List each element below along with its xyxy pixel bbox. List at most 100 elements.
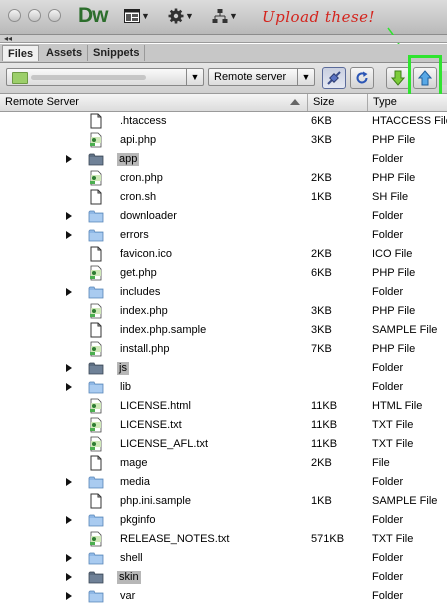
document-icon bbox=[88, 189, 104, 205]
file-row[interactable]: var Folder bbox=[0, 587, 447, 606]
folder-icon bbox=[88, 151, 104, 167]
arrow-down-icon bbox=[391, 70, 405, 86]
file-row[interactable]: app Folder bbox=[0, 150, 447, 169]
disclosure-triangle-icon[interactable] bbox=[66, 155, 72, 163]
file-type: PHP File bbox=[372, 134, 416, 146]
file-type: PHP File bbox=[372, 267, 416, 279]
file-row[interactable]: mage 2KB File bbox=[0, 454, 447, 473]
column-header-type[interactable]: Type bbox=[367, 94, 447, 111]
file-name: LICENSE_AFL.txt bbox=[120, 438, 209, 450]
folder-icon bbox=[88, 512, 104, 528]
script-file-icon bbox=[88, 303, 104, 319]
file-name: RELEASE_NOTES.txt bbox=[120, 533, 230, 545]
view-select[interactable]: Remote server ▼ bbox=[208, 68, 315, 86]
file-type: HTML File bbox=[372, 400, 423, 412]
file-row[interactable]: cron.php 2KB PHP File bbox=[0, 169, 447, 188]
tab-snippets[interactable]: Snippets bbox=[88, 45, 146, 61]
panel-tab-bar: Files Assets Snippets bbox=[0, 44, 447, 63]
disclosure-triangle-icon[interactable] bbox=[66, 231, 72, 239]
file-row[interactable]: get.php 6KB PHP File bbox=[0, 264, 447, 283]
document-icon bbox=[88, 493, 104, 509]
disclosure-triangle-icon[interactable] bbox=[66, 592, 72, 600]
tab-assets[interactable]: Assets bbox=[41, 45, 89, 61]
file-row[interactable]: cron.sh 1KB SH File bbox=[0, 188, 447, 207]
folder-icon bbox=[88, 550, 104, 566]
file-row[interactable]: js Folder bbox=[0, 359, 447, 378]
disclosure-triangle-icon[interactable] bbox=[66, 288, 72, 296]
script-file-icon bbox=[88, 265, 104, 281]
file-type: PHP File bbox=[372, 172, 416, 184]
chevron-down-icon: ▼ bbox=[297, 69, 314, 85]
file-row[interactable]: php.ini.sample 1KB SAMPLE File bbox=[0, 492, 447, 511]
column-header-size[interactable]: Size bbox=[307, 94, 367, 111]
panel-collapse-strip[interactable]: ◂◂ bbox=[0, 35, 447, 43]
document-icon bbox=[88, 246, 104, 262]
refresh-button[interactable] bbox=[350, 67, 374, 89]
file-row[interactable]: LICENSE.txt 11KB TXT File bbox=[0, 416, 447, 435]
file-size: 1KB bbox=[311, 495, 332, 507]
file-row[interactable]: index.php.sample 3KB SAMPLE File bbox=[0, 321, 447, 340]
file-type: HTACCESS File bbox=[372, 115, 447, 127]
disclosure-triangle-icon[interactable] bbox=[66, 573, 72, 581]
file-size: 2KB bbox=[311, 172, 332, 184]
tab-files[interactable]: Files bbox=[2, 45, 40, 61]
file-row[interactable]: index.php 3KB PHP File bbox=[0, 302, 447, 321]
file-name: LICENSE.html bbox=[120, 400, 191, 412]
file-row[interactable]: skin Folder bbox=[0, 568, 447, 587]
folder-icon bbox=[88, 379, 104, 395]
connect-button[interactable] bbox=[322, 67, 346, 89]
file-row[interactable]: errors Folder bbox=[0, 226, 447, 245]
file-name: favicon.ico bbox=[120, 248, 172, 260]
script-file-icon bbox=[88, 341, 104, 357]
file-row[interactable]: shell Folder bbox=[0, 549, 447, 568]
file-row[interactable]: media Folder bbox=[0, 473, 447, 492]
refresh-icon bbox=[356, 71, 368, 84]
disclosure-triangle-icon[interactable] bbox=[66, 516, 72, 524]
file-row[interactable]: lib Folder bbox=[0, 378, 447, 397]
folder-icon bbox=[88, 227, 104, 243]
file-name: .htaccess bbox=[120, 115, 167, 127]
column-header-row: Remote Server Size Type bbox=[0, 94, 447, 112]
site-select[interactable]: ▼ bbox=[6, 68, 204, 86]
file-type: Folder bbox=[372, 229, 404, 241]
file-row[interactable]: api.php 3KB PHP File bbox=[0, 131, 447, 150]
file-size: 6KB bbox=[311, 267, 332, 279]
file-name: pkginfo bbox=[120, 514, 156, 526]
file-type: ICO File bbox=[372, 248, 413, 260]
file-name: cron.php bbox=[120, 172, 163, 184]
disclosure-triangle-icon[interactable] bbox=[66, 364, 72, 372]
script-file-icon bbox=[88, 531, 104, 547]
script-file-icon bbox=[88, 398, 104, 414]
file-row[interactable]: includes Folder bbox=[0, 283, 447, 302]
disclosure-triangle-icon[interactable] bbox=[66, 383, 72, 391]
folder-icon bbox=[88, 474, 104, 490]
file-row[interactable]: pkginfo Folder bbox=[0, 511, 447, 530]
column-header-name[interactable]: Remote Server bbox=[0, 94, 307, 111]
file-row[interactable]: LICENSE.html 11KB HTML File bbox=[0, 397, 447, 416]
disclosure-triangle-icon[interactable] bbox=[66, 212, 72, 220]
file-list: .htaccess 6KB HTACCESS File api.php 3KB PHP F… bbox=[0, 112, 447, 606]
file-size: 2KB bbox=[311, 248, 332, 260]
file-row[interactable]: .htaccess 6KB HTACCESS File bbox=[0, 112, 447, 131]
file-name: mage bbox=[120, 457, 148, 469]
file-type: PHP File bbox=[372, 343, 416, 355]
file-type: Folder bbox=[372, 514, 404, 526]
file-name: errors bbox=[120, 229, 149, 241]
file-row[interactable]: favicon.ico 2KB ICO File bbox=[0, 245, 447, 264]
disclosure-triangle-icon[interactable] bbox=[66, 478, 72, 486]
file-type: SAMPLE File bbox=[372, 495, 438, 507]
file-name: index.php bbox=[120, 305, 168, 317]
folder-icon bbox=[88, 208, 104, 224]
file-size: 6KB bbox=[311, 115, 332, 127]
file-row[interactable]: downloader Folder bbox=[0, 207, 447, 226]
file-size: 11KB bbox=[311, 400, 338, 412]
file-row[interactable]: install.php 7KB PHP File bbox=[0, 340, 447, 359]
file-type: SAMPLE File bbox=[372, 324, 438, 336]
file-name: cron.sh bbox=[120, 191, 157, 203]
file-row[interactable]: LICENSE_AFL.txt 11KB TXT File bbox=[0, 435, 447, 454]
disclosure-triangle-icon[interactable] bbox=[66, 554, 72, 562]
file-name: index.php.sample bbox=[120, 324, 207, 336]
get-files-button[interactable] bbox=[386, 67, 410, 89]
file-row[interactable]: RELEASE_NOTES.txt 571KB TXT File bbox=[0, 530, 447, 549]
file-type: SH File bbox=[372, 191, 409, 203]
